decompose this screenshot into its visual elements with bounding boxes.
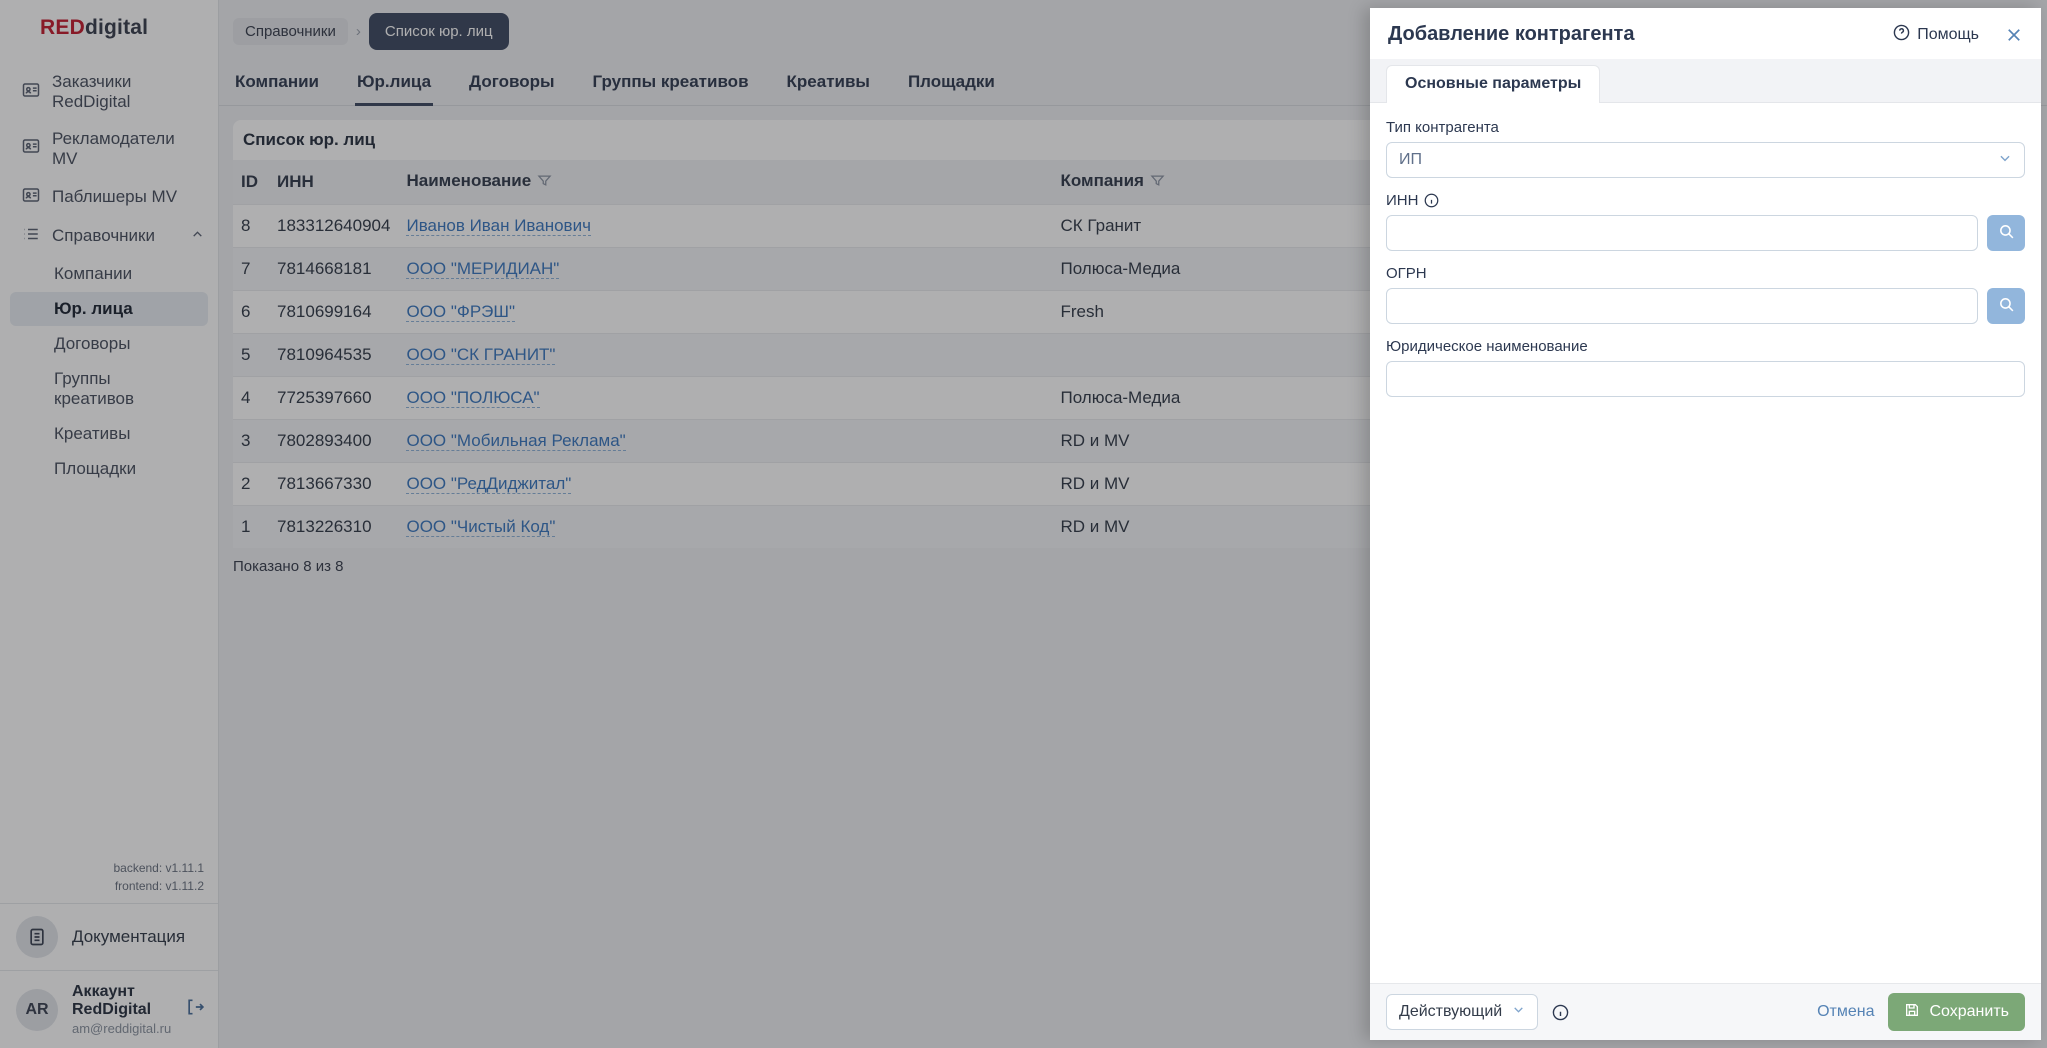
inn-input[interactable] [1386, 215, 1978, 251]
status-select[interactable]: Действующий [1386, 994, 1538, 1030]
save-icon [1904, 1002, 1920, 1023]
save-label: Сохранить [1929, 1003, 2009, 1021]
search-icon [1998, 223, 2015, 243]
tab-main-parameters[interactable]: Основные параметры [1386, 65, 1600, 103]
counterparty-type-select[interactable]: ИП [1386, 142, 2025, 178]
chevron-down-icon [1512, 1003, 1525, 1021]
drawer-title: Добавление контрагента [1388, 23, 1634, 46]
drawer-body: Тип контрагента ИП ИНН ОГРН Юридическое … [1370, 103, 2041, 983]
cancel-button[interactable]: Отмена [1817, 1003, 1874, 1021]
inn-label: ИНН [1386, 192, 2025, 209]
question-circle-icon [1893, 24, 1910, 46]
ogrn-input[interactable] [1386, 288, 1978, 324]
add-counterparty-drawer: Добавление контрагента Помощь Основные п… [1370, 8, 2041, 1040]
counterparty-type-value: ИП [1399, 151, 1422, 169]
drawer-header: Добавление контрагента Помощь [1370, 8, 2041, 59]
ogrn-label: ОГРН [1386, 265, 2025, 282]
info-circle-icon[interactable] [1424, 193, 1439, 208]
legal-name-label: Юридическое наименование [1386, 338, 2025, 355]
close-icon[interactable] [2005, 26, 2023, 44]
save-button[interactable]: Сохранить [1888, 993, 2025, 1031]
status-value: Действующий [1399, 1003, 1502, 1021]
info-circle-icon[interactable] [1552, 1004, 1569, 1021]
help-button[interactable]: Помощь [1893, 24, 1979, 46]
legal-name-input[interactable] [1386, 361, 2025, 397]
type-label: Тип контрагента [1386, 119, 2025, 136]
drawer-tabs: Основные параметры [1370, 59, 2041, 103]
inn-search-button[interactable] [1987, 215, 2025, 251]
ogrn-search-button[interactable] [1987, 288, 2025, 324]
search-icon [1998, 296, 2015, 316]
drawer-footer: Действующий Отмена Сохранить [1370, 983, 2041, 1040]
chevron-down-icon [1998, 151, 2012, 170]
help-label: Помощь [1917, 26, 1979, 44]
